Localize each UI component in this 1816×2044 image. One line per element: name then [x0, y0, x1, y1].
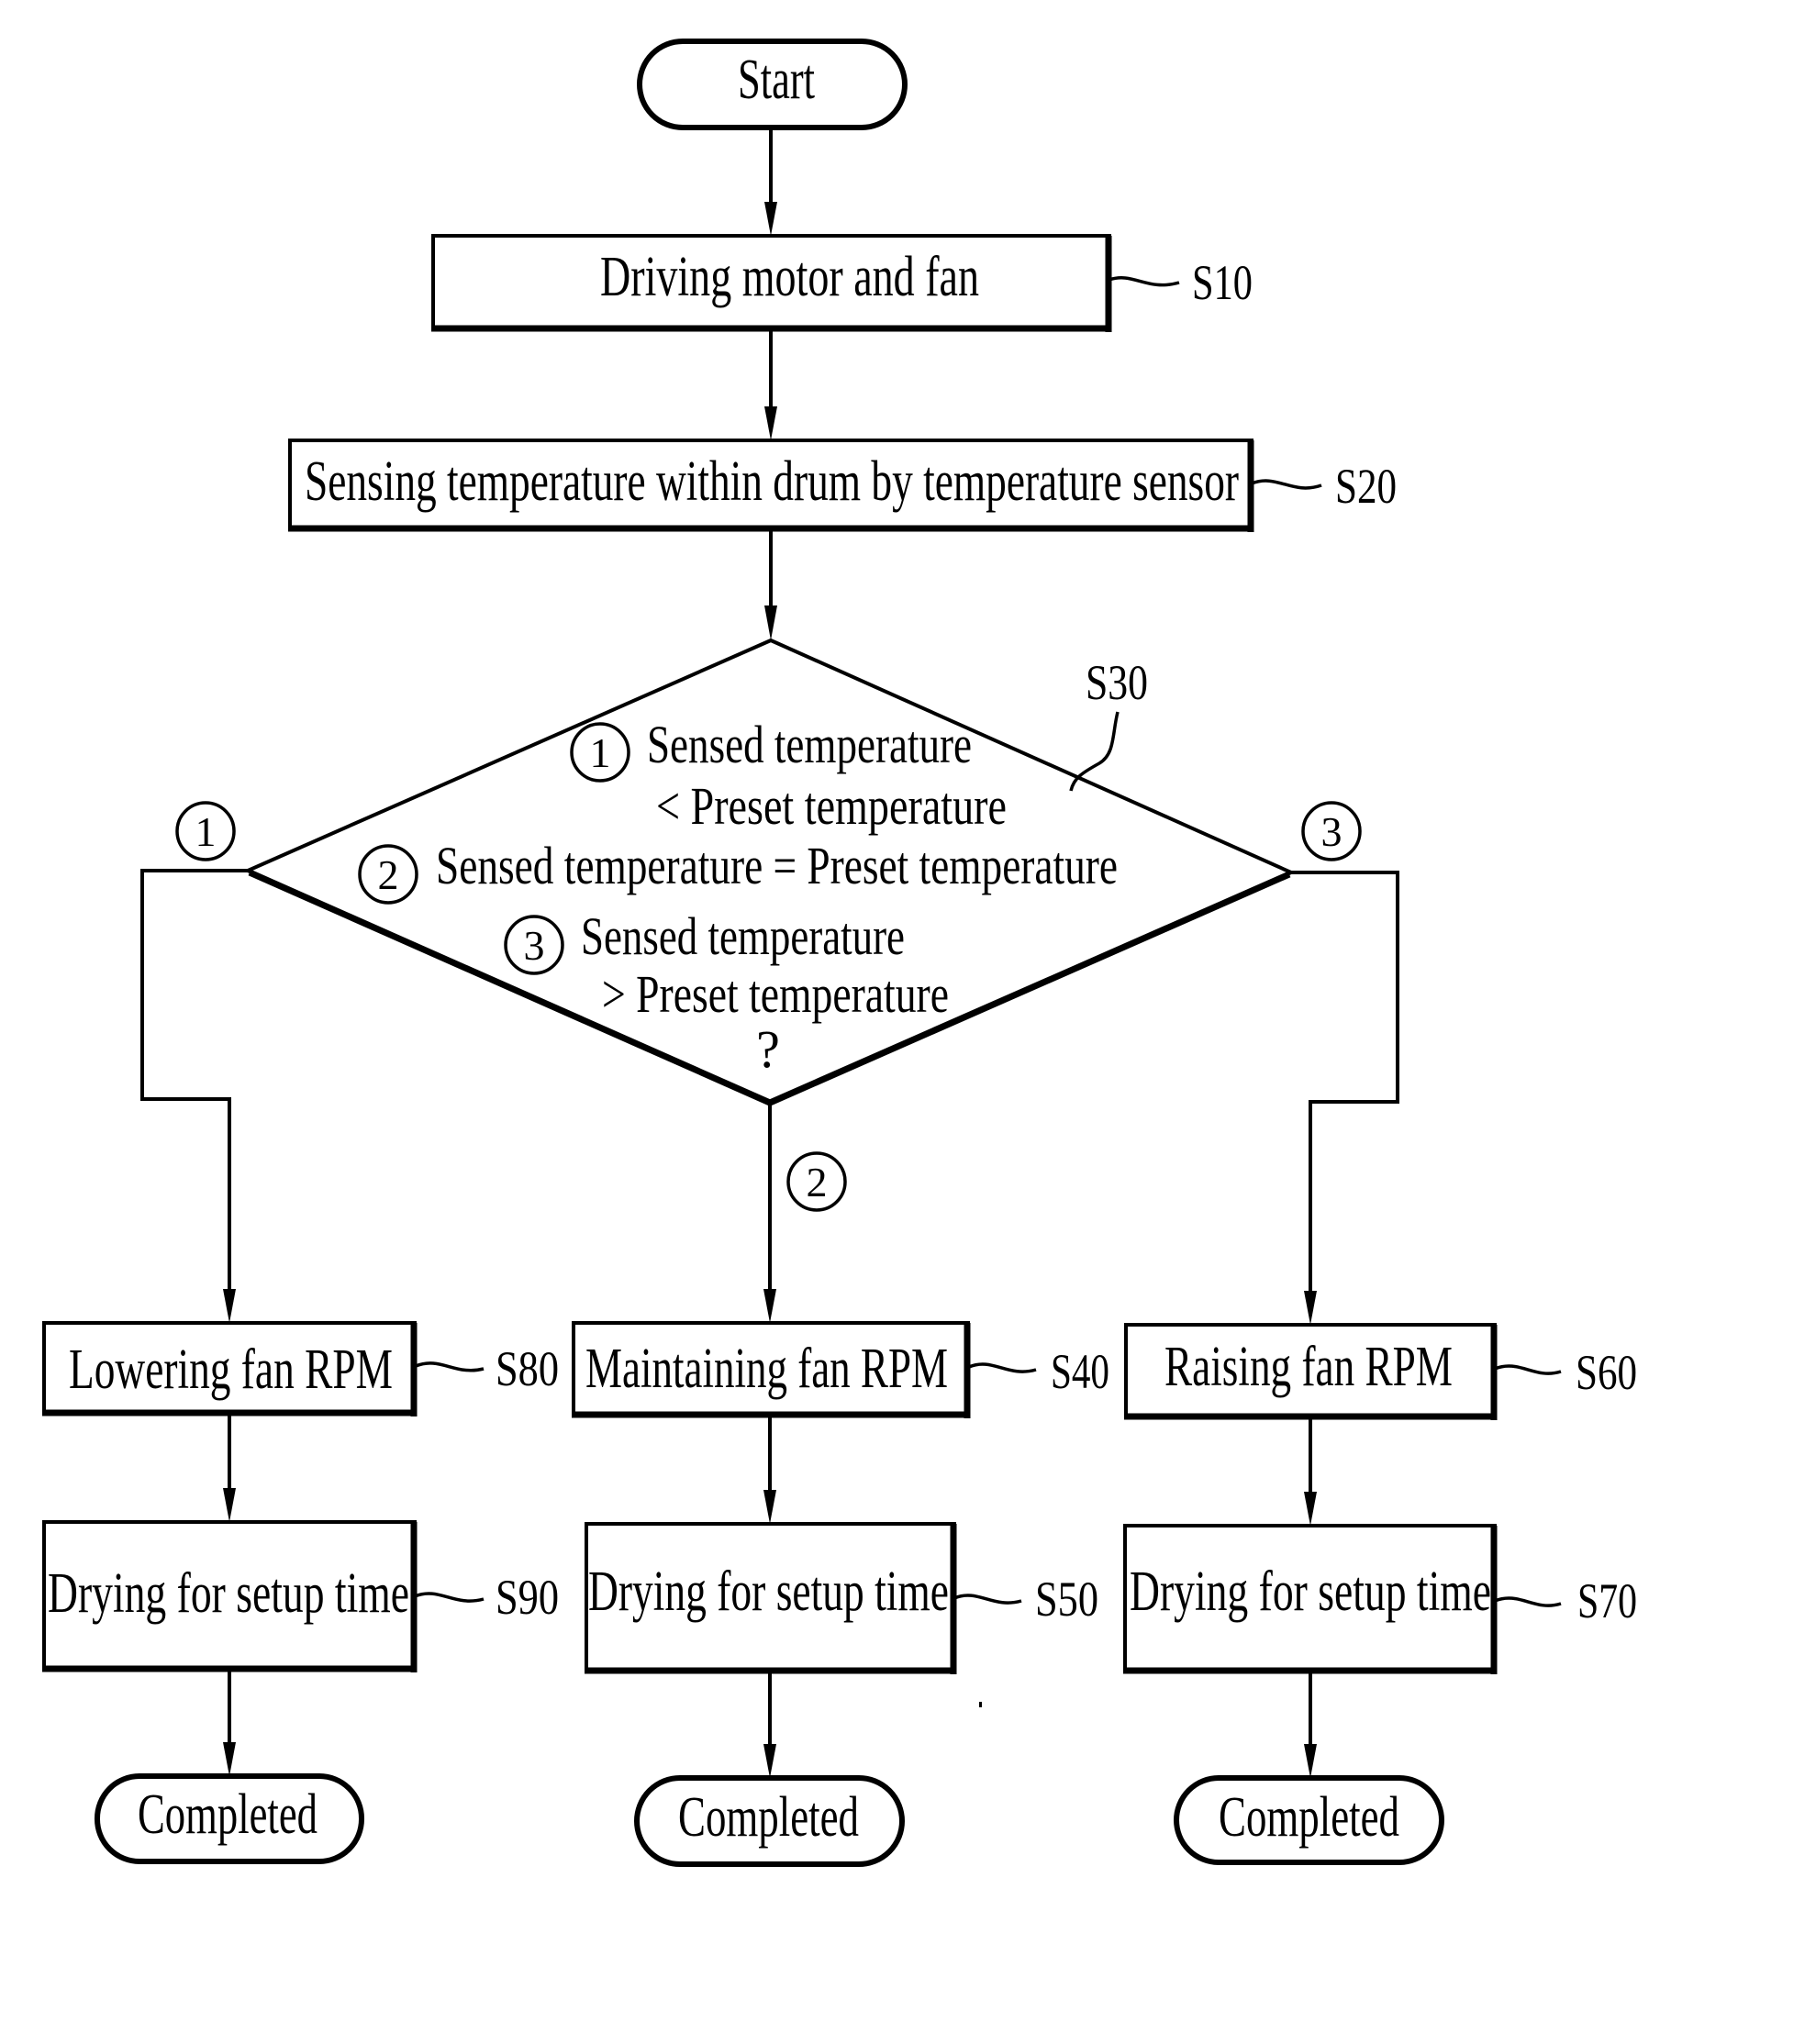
- arrow-down-icon: [764, 605, 777, 640]
- step-s60: Raising fan RPM S60: [1124, 1323, 1637, 1420]
- step-s70: Drying for setup time S70: [1123, 1524, 1637, 1674]
- branch-left-line: [140, 869, 248, 1294]
- arrow-down-icon: [764, 406, 777, 440]
- step-s90-label: Drying for setup time: [48, 1562, 409, 1625]
- reference-leader-icon: [415, 1361, 485, 1372]
- decision-question-mark: ?: [756, 1019, 780, 1079]
- reference-leader-icon: [968, 1362, 1037, 1373]
- end-terminal-middle: Completed: [634, 1775, 905, 1867]
- arrow-down-icon: [1304, 1291, 1317, 1325]
- step-s10-label: Driving motor and fan: [600, 246, 979, 308]
- arrow-down-icon: [223, 1289, 236, 1323]
- step-s10-ref: S10: [1192, 255, 1253, 310]
- step-s60-label: Raising fan RPM: [1164, 1336, 1453, 1398]
- condition-2-line1: Sensed temperature = Preset temperature: [436, 836, 1118, 895]
- condition-1-line1: Sensed temperature: [647, 715, 972, 774]
- branch-right-line: [1291, 871, 1399, 1295]
- step-s40-label: Maintaining fan RPM: [585, 1338, 948, 1400]
- end-terminal-left: Completed: [95, 1773, 364, 1864]
- end-label: Completed: [138, 1783, 318, 1846]
- step-s90-ref: S90: [496, 1570, 559, 1625]
- branch-middle: 2: [763, 1103, 847, 1323]
- connector-s60-to-s70: [1304, 1417, 1317, 1526]
- reference-leader-icon: [1494, 1596, 1562, 1607]
- condition-2-marker: 2: [378, 851, 399, 898]
- condition-1-marker: 1: [590, 729, 611, 776]
- step-s50-ref: S50: [1035, 1572, 1098, 1627]
- arrow-down-icon: [223, 1488, 236, 1522]
- end-label: Completed: [1219, 1786, 1399, 1849]
- reference-leader-icon: [414, 1592, 485, 1603]
- branch-left-marker: 1: [195, 808, 217, 855]
- branch-right: 3: [1291, 801, 1399, 1325]
- connector-s40-to-s50: [763, 1416, 776, 1524]
- reference-leader-icon: [1109, 276, 1180, 287]
- arrow-down-icon: [764, 202, 777, 236]
- reference-leader-icon: [953, 1594, 1022, 1605]
- connector-s80-to-s90: [223, 1414, 236, 1522]
- condition-1-line2: < Preset temperature: [656, 776, 1007, 836]
- step-s40-ref: S40: [1051, 1344, 1109, 1399]
- connector-start-to-s10: [764, 128, 777, 236]
- connector-s50-to-end: [763, 1672, 776, 1778]
- start-terminal: Start: [637, 39, 908, 130]
- end-terminal-right: Completed: [1174, 1775, 1444, 1865]
- decision-s30: S30 1 Sensed temperature < Preset temper…: [243, 638, 1296, 1106]
- decision-s30-ref: S30: [1086, 655, 1148, 710]
- step-s90: Drying for setup time S90: [42, 1520, 559, 1672]
- step-s70-ref: S70: [1577, 1573, 1637, 1628]
- arrow-down-icon: [1304, 1744, 1317, 1778]
- condition-3-line2: > Preset temperature: [602, 964, 949, 1024]
- step-s80: Lowering fan RPM S80: [42, 1321, 559, 1416]
- connector-s70-to-end: [1304, 1672, 1317, 1778]
- branch-middle-marker: 2: [807, 1159, 828, 1205]
- branch-left: 1: [140, 801, 248, 1323]
- branch-right-marker: 3: [1321, 808, 1343, 855]
- arrow-down-icon: [763, 1490, 776, 1524]
- step-s50: Drying for setup time S50: [585, 1522, 1098, 1674]
- step-s20-ref: S20: [1335, 459, 1397, 514]
- step-s60-ref: S60: [1576, 1345, 1637, 1400]
- arrow-down-icon: [1304, 1492, 1317, 1526]
- start-label: Start: [738, 49, 815, 111]
- reference-leader-icon: [1251, 479, 1322, 490]
- arrow-down-icon: [223, 1742, 236, 1776]
- step-s20-label: Sensing temperature within drum by tempe…: [305, 450, 1239, 513]
- arrow-down-icon: [763, 1744, 776, 1778]
- connector-s20-to-s30: [764, 529, 777, 640]
- condition-2: 2 Sensed temperature = Preset temperatur…: [358, 836, 1118, 905]
- step-s70-label: Drying for setup time: [1130, 1561, 1491, 1623]
- end-label: Completed: [678, 1786, 859, 1849]
- connector-s90-to-end: [223, 1670, 236, 1776]
- step-s10: Driving motor and fan S10: [431, 234, 1253, 332]
- flowchart: Start Driving motor and fan S10 Sensing …: [42, 39, 1637, 1867]
- arrow-down-icon: [763, 1289, 776, 1323]
- step-s50-label: Drying for setup time: [588, 1561, 949, 1623]
- condition-3-line1: Sensed temperature: [581, 906, 905, 966]
- connector-s10-to-s20: [764, 329, 777, 440]
- step-s80-ref: S80: [496, 1341, 559, 1396]
- step-s20: Sensing temperature within drum by tempe…: [288, 439, 1397, 532]
- condition-3-marker: 3: [524, 922, 545, 969]
- reference-leader-icon: [1069, 711, 1120, 792]
- step-s80-label: Lowering fan RPM: [69, 1339, 393, 1401]
- step-s40: Maintaining fan RPM S40: [572, 1321, 1109, 1418]
- scan-artifact-dot: [979, 1702, 982, 1707]
- reference-leader-icon: [1494, 1364, 1562, 1375]
